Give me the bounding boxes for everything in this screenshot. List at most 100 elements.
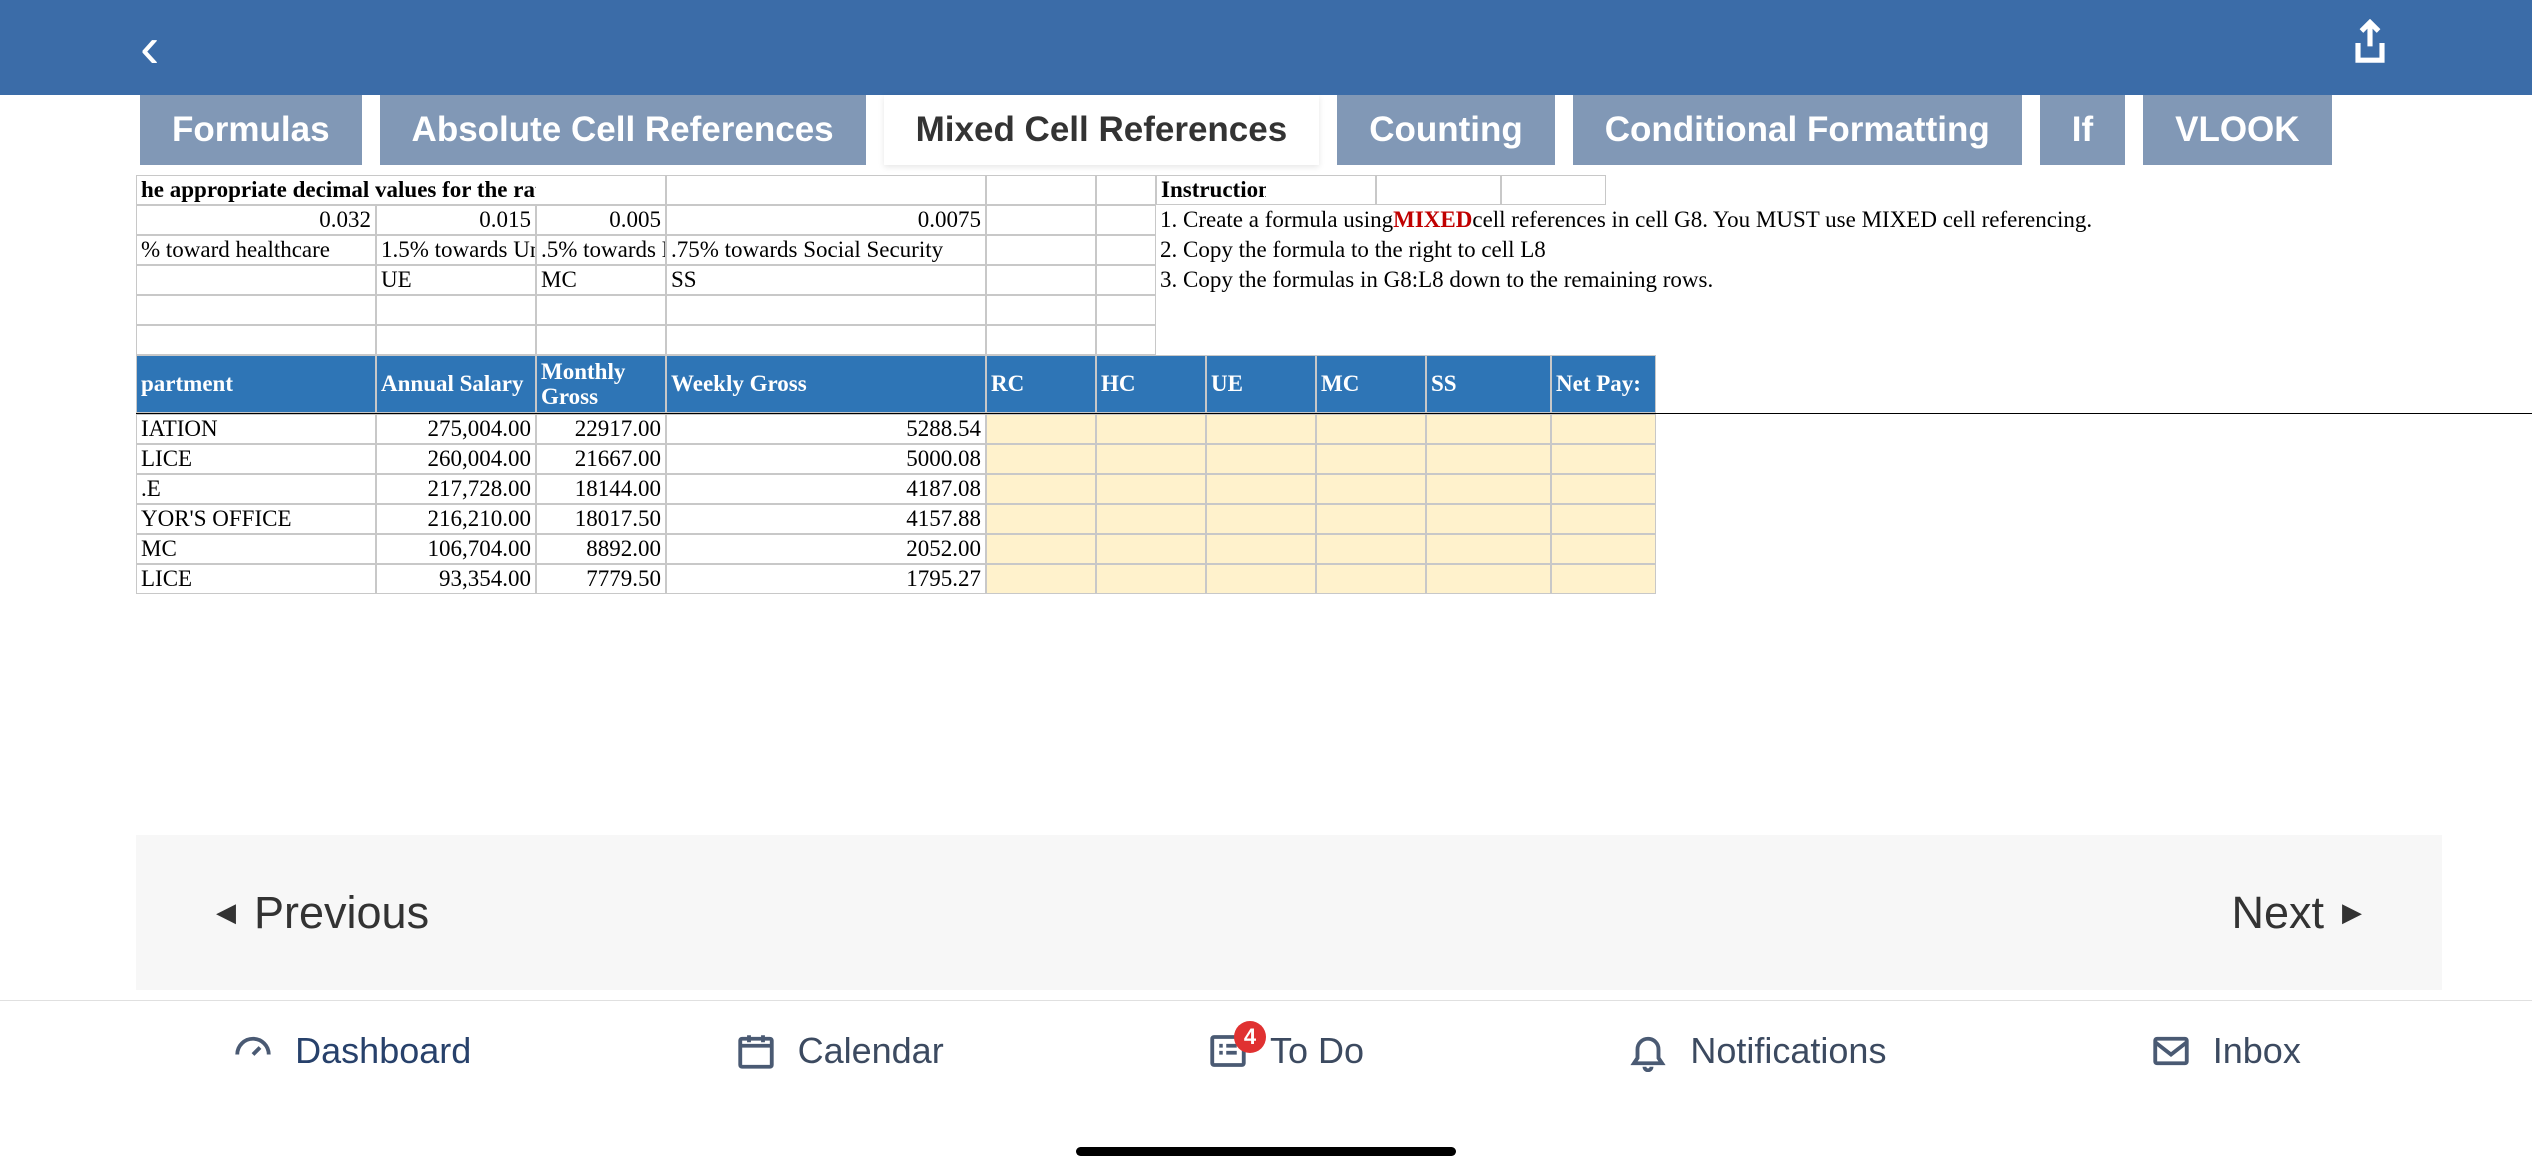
nav-dashboard[interactable]: Dashboard [231, 1029, 471, 1073]
cell-ue[interactable] [1206, 414, 1316, 444]
cell-dept[interactable]: MC [136, 534, 376, 564]
cell-monthly[interactable]: 18017.50 [536, 504, 666, 534]
cell-hc[interactable] [1096, 444, 1206, 474]
cell[interactable] [136, 325, 376, 355]
cell-instruction-3[interactable]: 3. Copy the formulas in G8:L8 down to th… [1156, 265, 2056, 295]
cell-instruction-1[interactable]: 1. Create a formula using MIXED cell ref… [1156, 205, 2056, 235]
cell-ss[interactable] [1426, 564, 1551, 594]
cell[interactable] [1096, 325, 1156, 355]
cell-salary[interactable]: 275,004.00 [376, 414, 536, 444]
col-annual-salary[interactable]: Annual Salary [376, 355, 536, 413]
cell-monthly[interactable]: 8892.00 [536, 534, 666, 564]
cell-net[interactable] [1551, 414, 1656, 444]
cell-salary[interactable]: 93,354.00 [376, 564, 536, 594]
cell-hc[interactable] [1096, 474, 1206, 504]
cell-net[interactable] [1551, 504, 1656, 534]
col-ss[interactable]: SS [1426, 355, 1551, 413]
cell-ss[interactable] [1426, 474, 1551, 504]
cell-dept[interactable]: .E [136, 474, 376, 504]
cell-weekly[interactable]: 4157.88 [666, 504, 986, 534]
cell-dept[interactable]: YOR'S OFFICE [136, 504, 376, 534]
cell[interactable] [666, 175, 986, 205]
cell-dept[interactable]: LICE [136, 444, 376, 474]
cell[interactable] [1096, 265, 1156, 295]
next-button[interactable]: Next ▶ [2231, 887, 2362, 939]
cell-mc[interactable] [1316, 504, 1426, 534]
cell-rate[interactable]: 0.0075 [666, 205, 986, 235]
cell-hc[interactable] [1096, 564, 1206, 594]
cell[interactable] [1096, 295, 1156, 325]
cell-mc[interactable] [1316, 534, 1426, 564]
tab-counting[interactable]: Counting [1337, 95, 1555, 165]
cell-salary[interactable]: 217,728.00 [376, 474, 536, 504]
cell-rc[interactable] [986, 564, 1096, 594]
cell-rc[interactable] [986, 444, 1096, 474]
cell-mc[interactable] [1316, 414, 1426, 444]
cell-mc[interactable] [1316, 444, 1426, 474]
tab-formulas[interactable]: Formulas [140, 95, 362, 165]
cell-rate[interactable]: 0.032 [136, 205, 376, 235]
cell-hc[interactable] [1096, 414, 1206, 444]
cell[interactable]: UE [376, 265, 536, 295]
cell[interactable] [986, 295, 1096, 325]
cell[interactable]: SS [666, 265, 986, 295]
cell-ue[interactable] [1206, 444, 1316, 474]
cell-weekly[interactable]: 2052.00 [666, 534, 986, 564]
cell-rate[interactable]: 0.005 [536, 205, 666, 235]
cell-ss[interactable] [1426, 414, 1551, 444]
cell[interactable] [1096, 205, 1156, 235]
tab-vlookup[interactable]: VLOOK [2143, 95, 2331, 165]
cell-weekly[interactable]: 5000.08 [666, 444, 986, 474]
cell[interactable]: % toward healthcare [136, 235, 376, 265]
cell-weekly[interactable]: 4187.08 [666, 474, 986, 504]
cell-dept[interactable]: IATION [136, 414, 376, 444]
cell-weekly[interactable]: 1795.27 [666, 564, 986, 594]
cell-monthly[interactable]: 18144.00 [536, 474, 666, 504]
nav-inbox[interactable]: Inbox [2149, 1029, 2301, 1073]
cell-weekly[interactable]: 5288.54 [666, 414, 986, 444]
cell-ss[interactable] [1426, 534, 1551, 564]
cell[interactable] [1096, 235, 1156, 265]
cell-title[interactable]: he appropriate decimal values for the ra… [136, 175, 536, 205]
nav-notifications[interactable]: Notifications [1626, 1029, 1886, 1073]
col-hc[interactable]: HC [1096, 355, 1206, 413]
cell[interactable] [536, 175, 666, 205]
cell[interactable] [986, 205, 1096, 235]
cell-net[interactable] [1551, 474, 1656, 504]
cell-mc[interactable] [1316, 474, 1426, 504]
cell-monthly[interactable]: 21667.00 [536, 444, 666, 474]
cell-net[interactable] [1551, 534, 1656, 564]
cell[interactable] [986, 235, 1096, 265]
cell[interactable] [136, 265, 376, 295]
cell-rc[interactable] [986, 504, 1096, 534]
cell-ue[interactable] [1206, 474, 1316, 504]
cell[interactable] [986, 265, 1096, 295]
cell[interactable]: MC [536, 265, 666, 295]
cell-monthly[interactable]: 7779.50 [536, 564, 666, 594]
cell[interactable] [666, 295, 986, 325]
cell[interactable]: .5% towards M [536, 235, 666, 265]
nav-calendar[interactable]: Calendar [734, 1029, 944, 1073]
tab-if[interactable]: If [2040, 95, 2125, 165]
cell-hc[interactable] [1096, 504, 1206, 534]
cell-net[interactable] [1551, 444, 1656, 474]
cell-salary[interactable]: 106,704.00 [376, 534, 536, 564]
col-department[interactable]: partment [136, 355, 376, 413]
cell[interactable]: .75% towards Social Security [666, 235, 986, 265]
cell-salary[interactable]: 216,210.00 [376, 504, 536, 534]
cell[interactable] [536, 295, 666, 325]
cell-rc[interactable] [986, 474, 1096, 504]
col-ue[interactable]: UE [1206, 355, 1316, 413]
col-weekly-gross[interactable]: Weekly Gross [666, 355, 986, 413]
cell[interactable] [1266, 175, 1376, 205]
cell-rc[interactable] [986, 414, 1096, 444]
cell-instructions[interactable]: Instructions: [1156, 175, 1266, 205]
cell-ss[interactable] [1426, 504, 1551, 534]
cell[interactable] [376, 325, 536, 355]
cell[interactable] [536, 325, 666, 355]
tab-conditional-formatting[interactable]: Conditional Formatting [1573, 95, 2022, 165]
cell[interactable] [666, 325, 986, 355]
cell[interactable] [136, 295, 376, 325]
tab-mixed-cell-references[interactable]: Mixed Cell References [884, 95, 1320, 165]
tab-absolute-cell-references[interactable]: Absolute Cell References [380, 95, 866, 165]
